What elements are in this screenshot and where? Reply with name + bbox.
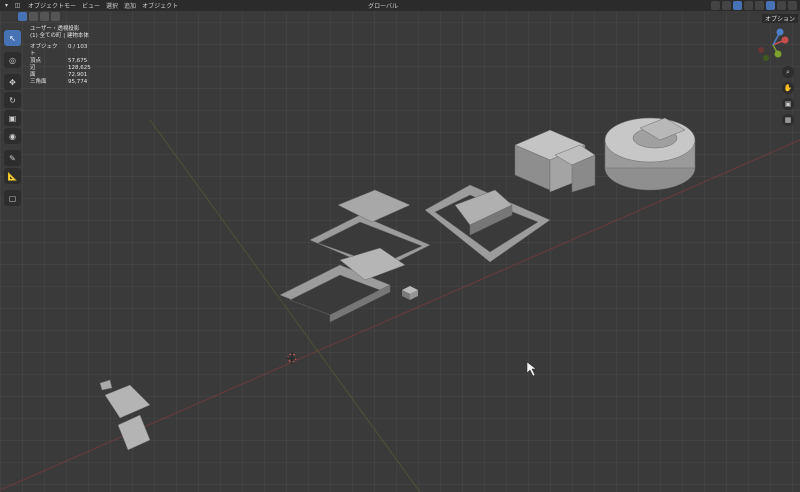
scene-canvas	[0, 117, 800, 492]
options-button[interactable]: オプション	[761, 14, 798, 23]
menu-select[interactable]: 選択	[106, 1, 118, 10]
stat-row: 三角面 95,774	[30, 79, 88, 85]
3d-viewport[interactable]	[0, 0, 800, 492]
zoom-icon[interactable]: ⌕	[782, 66, 794, 78]
scale-icon[interactable]: ▣	[4, 110, 21, 126]
x-axis-line	[0, 139, 800, 491]
building-group-4	[99, 379, 151, 451]
add-cube-icon[interactable]: ▢	[4, 190, 21, 206]
collection-line: (1) 全ての町 | 建物本体	[30, 33, 89, 39]
tool-shelf: ↖ ◎ ✥ ↻ ▣ ◉ ✎ 📐 ▢	[4, 30, 22, 206]
selection-mode-bar	[18, 12, 60, 21]
gizmo-toggle-icon[interactable]	[722, 1, 731, 10]
visibility-icon[interactable]	[711, 1, 720, 10]
select-intersect-icon[interactable]	[51, 12, 60, 21]
stat-row: オブジェクト 0 / 103	[30, 44, 88, 57]
overlay-toggle-icon[interactable]	[733, 1, 742, 10]
stat-row: 面 72,901	[30, 72, 88, 78]
rotate-icon[interactable]: ↻	[4, 92, 21, 108]
y-axis-line	[149, 119, 421, 492]
measure-icon[interactable]: 📐	[4, 168, 21, 184]
building-group-2	[514, 129, 596, 193]
annotate-icon[interactable]: ✎	[4, 150, 21, 166]
building-group-3	[604, 117, 696, 191]
select-new-icon[interactable]	[18, 12, 27, 21]
viewport-navigation: ⌕ ✋ ▣ ▦	[782, 66, 794, 126]
wireframe-shading-icon[interactable]	[755, 1, 764, 10]
viewport-shading-controls	[711, 0, 800, 11]
mode-dropdown[interactable]: オブジェクトモー	[28, 1, 76, 10]
editor-type-icon[interactable]: ▾	[2, 1, 11, 10]
move-icon[interactable]: ✥	[4, 74, 21, 90]
viewport-info-overlay: ユーザー・透視投影 (1) 全ての町 | 建物本体 オブジェクト 0 / 103 …	[30, 26, 91, 86]
camera-icon[interactable]: ▣	[782, 98, 794, 110]
grid-icon[interactable]: ▦	[782, 114, 794, 126]
view-name: ユーザー・透視投影	[30, 26, 80, 32]
menu-view[interactable]: ビュー	[82, 1, 100, 10]
material-shading-icon[interactable]	[777, 1, 786, 10]
scene-statistics: オブジェクト 0 / 103 頂点 57,675 辺 128,625 面 72,901 …	[30, 44, 91, 86]
stat-row: 辺 128,625	[30, 65, 91, 71]
rendered-shading-icon[interactable]	[788, 1, 797, 10]
mode-icon[interactable]: ◫	[13, 1, 22, 10]
select-cursor-icon[interactable]: ↖	[4, 30, 21, 46]
navigation-gizmo[interactable]	[756, 28, 790, 62]
cursor-icon[interactable]: ◎	[4, 52, 21, 68]
xray-icon[interactable]	[744, 1, 753, 10]
viewport-header: ▾ ◫ オブジェクトモー ビュー 選択 追加 オブジェクト グローバル	[0, 0, 800, 11]
stat-row: 頂点 57,675	[30, 58, 88, 64]
select-subtract-icon[interactable]	[40, 12, 49, 21]
building-group-1	[279, 184, 551, 323]
mouse-pointer-icon	[526, 361, 537, 377]
transform-orientation-dropdown[interactable]: グローバル	[368, 1, 398, 10]
menu-object[interactable]: オブジェクト	[142, 1, 178, 10]
select-extend-icon[interactable]	[29, 12, 38, 21]
solid-shading-icon[interactable]	[766, 1, 775, 10]
3d-cursor-icon	[286, 352, 298, 364]
hand-icon[interactable]: ✋	[782, 82, 794, 94]
menu-add[interactable]: 追加	[124, 1, 136, 10]
transform-icon[interactable]: ◉	[4, 128, 21, 144]
